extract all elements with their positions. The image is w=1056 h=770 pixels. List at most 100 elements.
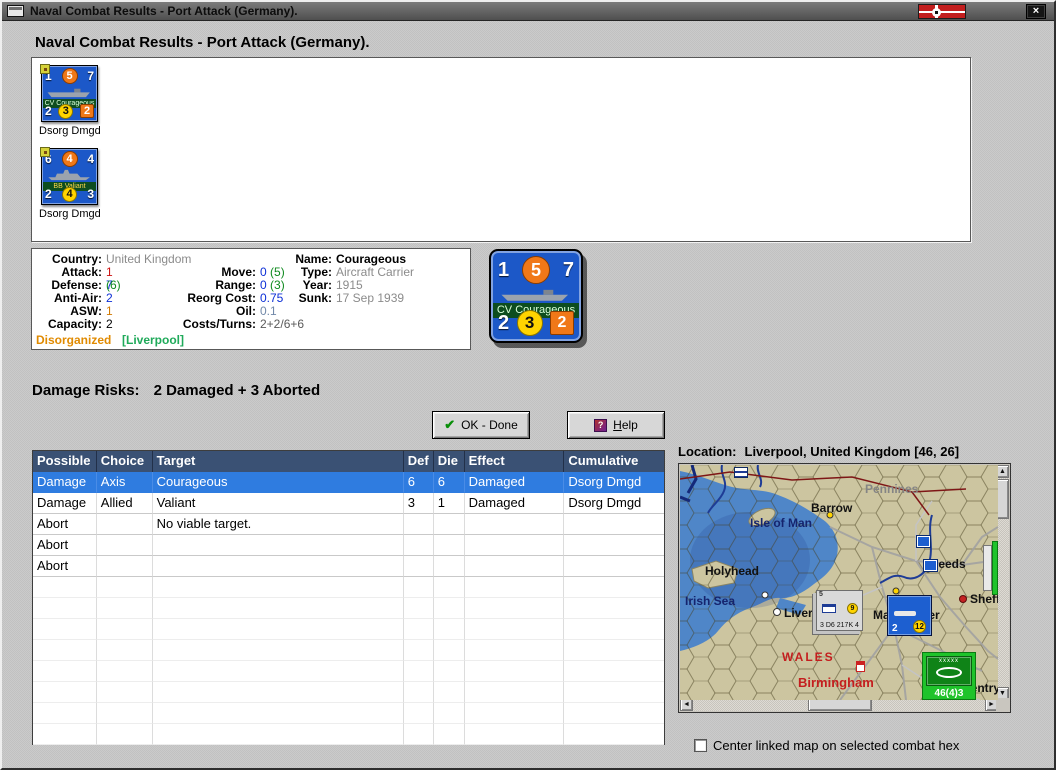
table-cell bbox=[465, 682, 565, 703]
table-row[interactable] bbox=[33, 598, 664, 619]
table-cell: 1 bbox=[434, 493, 465, 514]
table-cell: Allied bbox=[97, 493, 153, 514]
table-cell bbox=[97, 535, 153, 556]
table-cell bbox=[97, 682, 153, 703]
table-header-die[interactable]: Die bbox=[434, 451, 465, 472]
table-cell bbox=[564, 598, 664, 619]
map-counter-edge-selection[interactable] bbox=[992, 541, 998, 595]
table-cell bbox=[97, 703, 153, 724]
table-row[interactable] bbox=[33, 682, 664, 703]
table-cell bbox=[404, 640, 434, 661]
green-counter: xxxxx bbox=[926, 656, 972, 686]
map-counter-stack[interactable]: 5 9 3 D6 217K 4 bbox=[816, 590, 863, 631]
damage-risks-label: Damage Risks: bbox=[32, 382, 140, 399]
close-button[interactable]: × bbox=[1026, 4, 1046, 19]
map-counter-selected-green[interactable]: xxxxx 46(4)3 bbox=[922, 652, 976, 700]
table-cell bbox=[434, 556, 465, 577]
table-row[interactable]: Abort No viable target. bbox=[33, 514, 664, 535]
help-button[interactable]: ? Help bbox=[567, 411, 665, 439]
ok-done-button[interactable]: ✔ OK - Done bbox=[432, 411, 530, 439]
table-row[interactable] bbox=[33, 661, 664, 682]
table-row[interactable]: Damage Allied Valiant 3 1 Damaged Dsorg … bbox=[33, 493, 664, 514]
table-header-effect[interactable]: Effect bbox=[465, 451, 565, 472]
table-cell bbox=[404, 703, 434, 724]
app-icon[interactable] bbox=[7, 5, 24, 17]
table-header-target[interactable]: Target bbox=[153, 451, 404, 472]
table-cell bbox=[153, 661, 404, 682]
german-flag-icon bbox=[918, 4, 966, 19]
stack-number: 5 bbox=[819, 591, 823, 598]
costs-turns-value: 2+2/6+6 bbox=[260, 318, 304, 331]
window-title: Naval Combat Results - Port Attack (Germ… bbox=[30, 4, 298, 18]
map-label-wales: WALES bbox=[782, 650, 835, 664]
counter-number: 4 bbox=[87, 152, 94, 166]
table-header-def[interactable]: Def bbox=[404, 451, 434, 472]
table-cell: No viable target. bbox=[153, 514, 404, 535]
unit-info-panel: Country: United Kingdom Name: Courageous… bbox=[31, 248, 471, 350]
map-viewport[interactable]: Pennines Barrow Isle of Man Leeds Holyhe… bbox=[680, 465, 998, 700]
table-cell bbox=[564, 640, 664, 661]
counter-number: 7 bbox=[563, 259, 574, 282]
damage-risks-value: 2 Damaged + 3 Aborted bbox=[154, 382, 321, 399]
table-cell bbox=[153, 556, 404, 577]
map-counter-partial[interactable] bbox=[983, 545, 992, 591]
table-row[interactable]: Abort bbox=[33, 556, 664, 577]
table-header-possible[interactable]: Possible bbox=[33, 451, 97, 472]
table-cell bbox=[564, 724, 664, 745]
table-cell bbox=[153, 619, 404, 640]
table-cell bbox=[564, 514, 664, 535]
table-cell bbox=[404, 661, 434, 682]
table-header-cumulative[interactable]: Cumulative bbox=[564, 451, 664, 472]
table-cell bbox=[404, 724, 434, 745]
country-value: United Kingdom bbox=[106, 253, 191, 266]
ship-silhouette-icon bbox=[894, 611, 916, 616]
map-label-isle-of-man: Isle of Man bbox=[750, 516, 812, 530]
table-cell bbox=[153, 598, 404, 619]
unit-counter-cv-courageous[interactable]: 1 5 7 CV Courageous 2 3 2 bbox=[41, 65, 98, 122]
table-cell: Abort bbox=[33, 514, 97, 535]
unit-counter-bb-valiant[interactable]: 6 4 4 BB Valiant 2 4 3 bbox=[41, 148, 98, 205]
table-row[interactable] bbox=[33, 640, 664, 661]
map-counter-small-unit[interactable] bbox=[923, 559, 938, 572]
table-row[interactable] bbox=[33, 703, 664, 724]
table-cell bbox=[33, 724, 97, 745]
counter-bottom-row: 2 3 2 bbox=[498, 309, 574, 337]
table-cell bbox=[404, 535, 434, 556]
combat-units-panel: 1 5 7 CV Courageous 2 3 2 Dsorg Dmgd 6 4… bbox=[31, 57, 971, 242]
table-cell bbox=[33, 619, 97, 640]
table-row[interactable]: Abort bbox=[33, 535, 664, 556]
table-row[interactable] bbox=[33, 724, 664, 745]
table-cell bbox=[434, 682, 465, 703]
sunk-value: 17 Sep 1939 bbox=[336, 292, 404, 305]
capacity-value: 2 bbox=[106, 318, 113, 331]
table-cell bbox=[153, 535, 404, 556]
flag-cross-h bbox=[919, 11, 965, 13]
table-cell: Abort bbox=[33, 535, 97, 556]
table-row[interactable] bbox=[33, 619, 664, 640]
table-cell bbox=[97, 724, 153, 745]
status-disorganized: Disorganized bbox=[36, 334, 111, 347]
table-row[interactable] bbox=[33, 577, 664, 598]
results-table: Possible Choice Target Def Die Effect Cu… bbox=[32, 450, 665, 745]
table-cell: Abort bbox=[33, 556, 97, 577]
table-cell bbox=[97, 556, 153, 577]
table-row-selected[interactable]: Damage Axis Courageous 6 6 Damaged Dsorg… bbox=[33, 472, 664, 493]
table-cell bbox=[564, 682, 664, 703]
table-cell: Dsorg Dmgd bbox=[564, 493, 664, 514]
table-cell bbox=[434, 535, 465, 556]
table-cell bbox=[465, 640, 565, 661]
table-cell bbox=[465, 724, 565, 745]
map-counter-small-unit[interactable] bbox=[916, 535, 931, 548]
table-cell bbox=[465, 598, 565, 619]
table-cell: Damage bbox=[33, 493, 97, 514]
titlebar[interactable]: Naval Combat Results - Port Attack (Germ… bbox=[2, 2, 1054, 21]
status-location: [Liverpool] bbox=[122, 334, 184, 347]
table-cell bbox=[153, 640, 404, 661]
damage-risks-heading: Damage Risks: 2 Damaged + 3 Aborted bbox=[32, 382, 320, 399]
map-counter-naval[interactable]: 2 12 bbox=[887, 595, 932, 636]
counter-badge-orange: 5 bbox=[522, 256, 550, 284]
map-panel: Pennines Barrow Isle of Man Leeds Holyhe… bbox=[678, 463, 1011, 713]
table-header-choice[interactable]: Choice bbox=[97, 451, 153, 472]
center-map-checkbox[interactable] bbox=[694, 739, 707, 752]
stack-marker-icon bbox=[40, 147, 50, 157]
